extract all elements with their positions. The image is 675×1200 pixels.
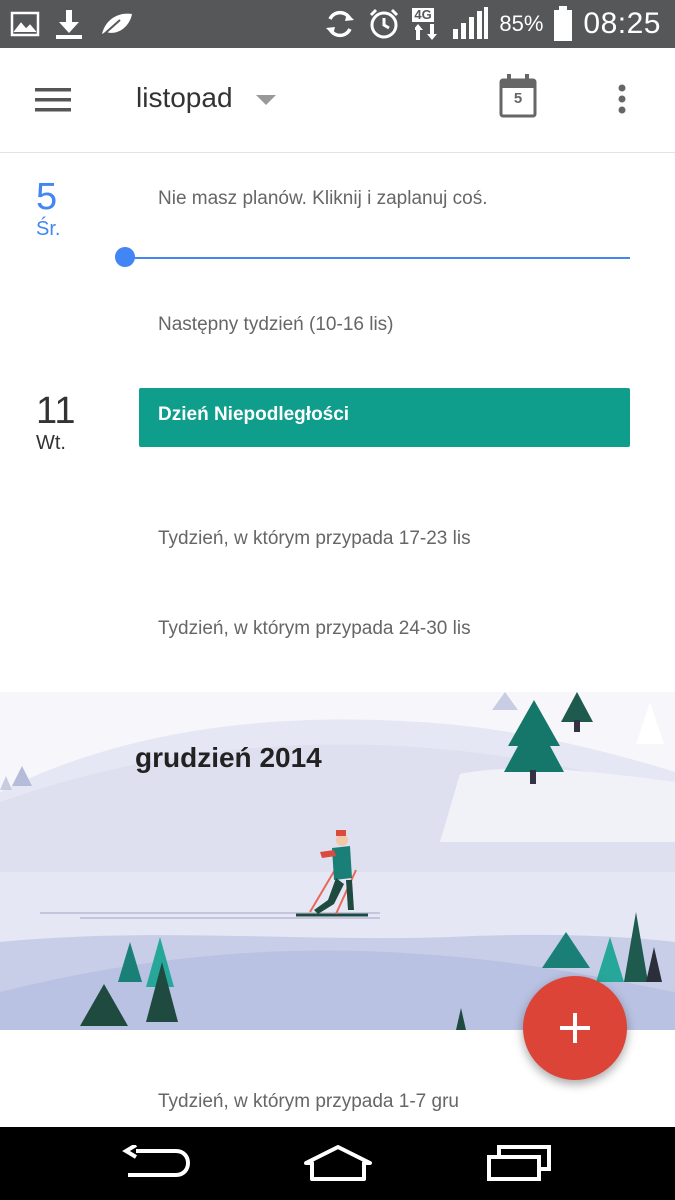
notification-icons [10,6,134,42]
navigation-bar [0,1127,675,1200]
week-header-24-30: Tydzień, w którym przypada 24-30 lis [158,618,471,639]
network-4g-icon: 4G [411,6,441,42]
calendar-today-icon[interactable]: 5 [499,74,537,118]
more-vert-icon[interactable] [618,84,626,114]
battery-percent: 85% [499,11,544,36]
week-header-17-23: Tydzień, w którym przypada 17-23 lis [158,528,471,549]
month-banner-title: grudzień 2014 [135,742,322,773]
week-header-10-16: Następny tydzień (10-16 lis) [158,314,394,335]
current-time-line [125,257,630,259]
today-day-number[interactable]: 5 [36,176,57,219]
alarm-icon [370,8,399,39]
network-type-label: 4G [412,7,434,22]
sync-icon [326,10,355,38]
clock: 08:25 [583,7,661,40]
plus-icon [560,1013,590,1043]
weekday-11: Wt. [36,432,66,454]
download-icon [56,10,82,39]
leaf-icon [101,13,132,37]
day-number-11[interactable]: 11 [36,390,75,433]
signal-icon [453,7,489,39]
image-icon [10,11,40,37]
today-badge: 5 [513,90,523,107]
event-card[interactable]: Dzień Niepodległości [139,388,630,447]
app-bar: listopad 5 [0,48,675,153]
recents-icon[interactable] [487,1145,553,1181]
current-time-dot [115,247,135,267]
home-icon[interactable] [302,1145,374,1181]
menu-icon[interactable] [35,88,71,112]
add-event-button[interactable] [523,976,627,1080]
today-weekday: Śr. [36,218,61,240]
no-plans-message[interactable]: Nie masz planów. Kliknij i zaplanuj coś. [158,188,488,210]
dropdown-caret-icon[interactable] [256,95,276,107]
month-title[interactable]: listopad [136,82,233,114]
back-icon[interactable] [122,1145,190,1181]
status-bar: 4G 85% 08:25 [0,0,675,48]
system-status: 4G 85% 08:25 [323,0,661,48]
week-header-1-7: Tydzień, w którym przypada 1-7 gru [158,1091,459,1112]
battery-icon [554,6,573,41]
